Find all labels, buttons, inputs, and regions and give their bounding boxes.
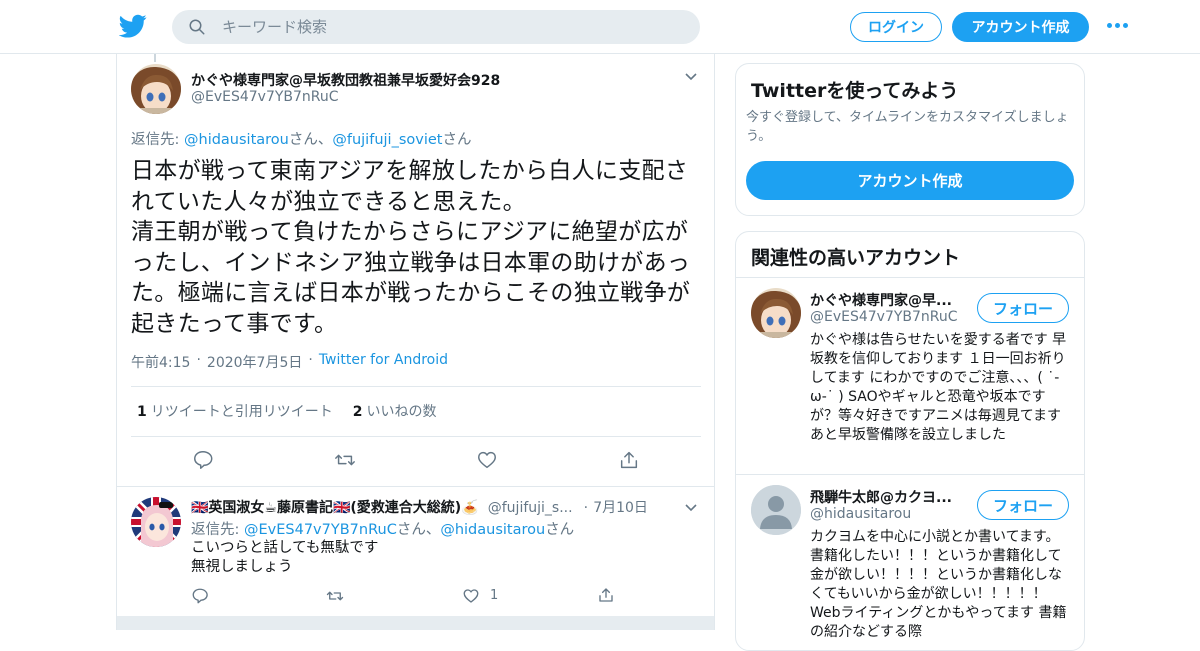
- related-account-bio: かぐや様は告らせたいを愛する者です 早坂教を信仰しております １日一回お祈りして…: [810, 332, 1067, 443]
- chevron-down-icon[interactable]: [684, 70, 698, 84]
- reply-suffix: さん: [442, 132, 472, 148]
- follow-button[interactable]: フォロー: [977, 490, 1069, 520]
- related-account-name[interactable]: かぐや様専門家@早...: [810, 290, 952, 310]
- reply-tweet[interactable]: 🇬🇧英国淑女☕藤原書記🇬🇧(愛救連合大総統)🍝 @fujifuji_s... ·…: [117, 486, 714, 618]
- like-stat[interactable]: 2 いいねの数: [353, 401, 437, 421]
- signup-card: Twitterを使ってみよう 今すぐ登録して、タイムラインをカスタマイズしましょ…: [735, 63, 1085, 216]
- search-input[interactable]: [222, 10, 682, 44]
- divider: [131, 386, 701, 387]
- tweet-time[interactable]: 午前4:15: [131, 352, 190, 372]
- more-dots-icon[interactable]: [1107, 23, 1128, 28]
- twitter-logo-icon[interactable]: [119, 12, 147, 40]
- retweet-stat-label: リツイートと引用リツイート: [150, 404, 333, 420]
- tweet-meta: 午前4:15 · 2020年7月5日 · Twitter for Android: [131, 352, 448, 372]
- reply-text: こいつらと話しても無駄です 無視しましょう: [191, 539, 378, 577]
- related-account-handle[interactable]: @EvES47v7YB7nRuC: [810, 309, 958, 325]
- reply-author-handle[interactable]: @fujifuji_s...: [488, 500, 573, 516]
- related-account-item[interactable]: 飛騨牛太郎@カクヨ... @hidausitarou フォロー カクヨムを中心に…: [736, 474, 1084, 650]
- retweet-count: 1: [137, 404, 147, 420]
- mention-link[interactable]: @EvES47v7YB7nRuC: [244, 522, 397, 538]
- related-account-name[interactable]: 飛騨牛太郎@カクヨ...: [810, 487, 952, 507]
- reply-author-avatar[interactable]: [131, 497, 181, 547]
- login-button[interactable]: ログイン: [850, 12, 942, 42]
- reply-context: 返信先: @hidausitarouさん、@fujifuji_sovietさん: [131, 128, 471, 149]
- reply-icon[interactable]: [191, 587, 209, 605]
- related-account-item[interactable]: かぐや様専門家@早... @EvES47v7YB7nRuC フォロー かぐや様は…: [736, 277, 1084, 474]
- anime-avatar-icon: [131, 64, 181, 114]
- reply-prefix: 返信先:: [191, 522, 244, 538]
- meta-dot: ·: [308, 352, 313, 368]
- related-account-handle[interactable]: @hidausitarou: [810, 506, 911, 522]
- reply-date[interactable]: 7月10日: [593, 500, 648, 516]
- tweet-source-link[interactable]: Twitter for Android: [319, 352, 448, 372]
- share-icon[interactable]: [597, 586, 615, 604]
- anime-avatar-icon: [131, 497, 181, 547]
- reply-icon[interactable]: [192, 449, 214, 471]
- meta-dot: ·: [196, 352, 201, 368]
- retweet-icon[interactable]: [333, 449, 357, 471]
- retweet-stat[interactable]: 1 リツイートと引用リツイート: [137, 401, 333, 421]
- tweet-stats: 1 リツイートと引用リツイート 2 いいねの数: [137, 401, 437, 421]
- signup-card-title: Twitterを使ってみよう: [751, 80, 959, 102]
- mention-link[interactable]: @hidausitarou: [440, 522, 545, 538]
- related-accounts-card: 関連性の高いアカウント かぐや様専門家@早... @EvES47v7YB7nRu…: [735, 231, 1085, 651]
- related-account-avatar[interactable]: [751, 485, 801, 535]
- follow-button[interactable]: フォロー: [977, 293, 1069, 323]
- thread-connector-line: [154, 54, 156, 62]
- mention-link[interactable]: @fujifuji_soviet: [332, 132, 442, 148]
- related-account-avatar[interactable]: [751, 288, 801, 338]
- divider: [131, 436, 701, 437]
- reply-context: 返信先: @EvES47v7YB7nRuCさん、@hidausitarouさん: [191, 518, 574, 539]
- tweet-date[interactable]: 2020年7月5日: [207, 352, 302, 372]
- author-name[interactable]: かぐや様専門家@早坂教団教祖兼早坂愛好会928: [191, 70, 500, 90]
- reply-separator: さん、: [396, 522, 441, 538]
- like-icon[interactable]: [462, 587, 480, 605]
- reply-like-count: 1: [490, 588, 499, 603]
- signup-card-description: 今すぐ登録して、タイムラインをカスタマイズしましょう。: [746, 110, 1069, 144]
- share-icon[interactable]: [618, 449, 640, 471]
- chevron-down-icon[interactable]: [684, 501, 698, 515]
- meta-dot: ·: [583, 500, 589, 516]
- tweet-actions: [117, 447, 714, 475]
- signup-card-button[interactable]: アカウント作成: [746, 161, 1074, 200]
- main-timeline-column: かぐや様専門家@早坂教団教祖兼早坂愛好会928 @EvES47v7YB7nRuC…: [116, 54, 715, 630]
- related-account-bio: カクヨムを中心に小説とか書いてます。 書籍化したい！！！というか書籍化して金が欲…: [810, 529, 1067, 640]
- anime-avatar-icon: [751, 288, 801, 338]
- reply-author-name[interactable]: 🇬🇧英国淑女☕藤原書記🇬🇧(愛救連合大総統)🍝: [191, 500, 479, 516]
- like-count: 2: [352, 404, 363, 420]
- reply-separator: さん、: [288, 132, 333, 148]
- author-avatar[interactable]: [131, 64, 181, 114]
- like-stat-label: いいねの数: [366, 404, 437, 420]
- default-avatar-icon: [751, 485, 801, 535]
- top-navigation-bar: ログイン アカウント作成: [0, 0, 1200, 54]
- related-accounts-title: 関連性の高いアカウント: [751, 247, 961, 269]
- timeline-separator: [117, 616, 714, 630]
- mention-link[interactable]: @hidausitarou: [184, 132, 289, 148]
- reply-prefix: 返信先:: [131, 132, 184, 148]
- reply-text-line: こいつらと話しても無駄です: [191, 540, 379, 556]
- tweet-text: 日本が戦って東南アジアを解放したから白人に支配されていた人々が独立できると思えた…: [131, 158, 691, 337]
- search-icon: [189, 19, 205, 35]
- author-handle[interactable]: @EvES47v7YB7nRuC: [191, 89, 339, 105]
- reply-text-line: 無視しましょう: [191, 559, 293, 575]
- search-box[interactable]: [172, 10, 700, 44]
- signup-button[interactable]: アカウント作成: [952, 12, 1089, 42]
- like-icon[interactable]: [476, 449, 498, 471]
- retweet-icon[interactable]: [325, 587, 345, 605]
- reply-suffix: さん: [545, 522, 575, 538]
